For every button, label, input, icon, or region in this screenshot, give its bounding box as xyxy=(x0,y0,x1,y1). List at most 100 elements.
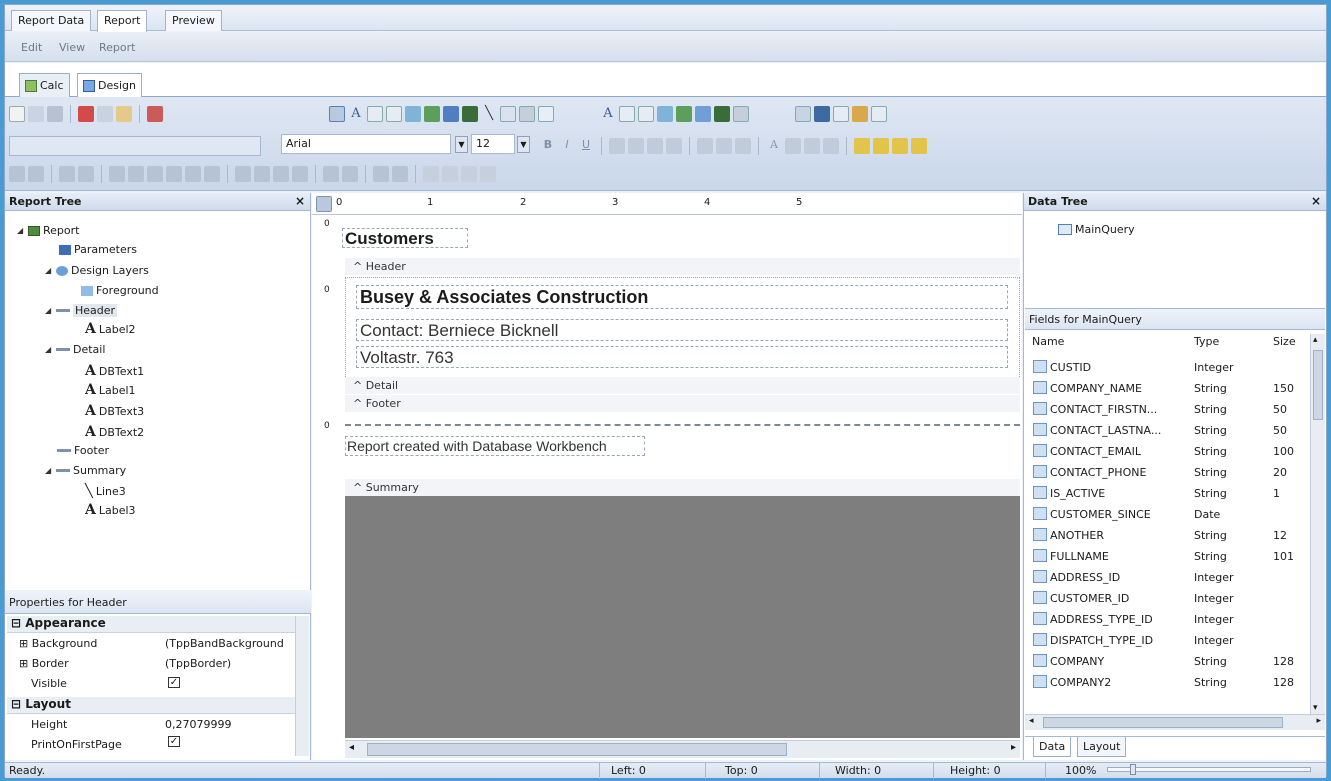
tree-item-dbtext1[interactable]: A DBText1 xyxy=(85,363,144,379)
field-row[interactable]: COMPANY2 String 128 xyxy=(1033,672,1315,693)
cut-icon[interactable] xyxy=(78,106,94,122)
tree-item-label2[interactable]: A Label2 xyxy=(85,321,136,337)
menu-edit[interactable]: Edit xyxy=(21,41,42,54)
col-size[interactable]: Size xyxy=(1273,335,1296,348)
valign-middle-icon[interactable] xyxy=(716,138,732,154)
font-size-dropdown-icon[interactable]: ▼ xyxy=(517,136,530,153)
dbmemo-icon[interactable] xyxy=(619,106,635,122)
barcode-icon[interactable] xyxy=(462,106,478,122)
hscroll-thumb[interactable] xyxy=(1043,717,1283,728)
region-icon[interactable] xyxy=(538,106,554,122)
anchor-icon[interactable] xyxy=(804,138,820,154)
shape-icon[interactable] xyxy=(443,106,459,122)
dbimage-icon[interactable] xyxy=(676,106,692,122)
print-icon[interactable] xyxy=(47,106,63,122)
scroll-left-icon[interactable]: ◂ xyxy=(1029,716,1034,726)
tree-item-dbtext3[interactable]: A DBText3 xyxy=(85,403,144,419)
valign-bottom-icon[interactable] xyxy=(735,138,751,154)
page-icon[interactable] xyxy=(814,106,830,122)
select-icon[interactable] xyxy=(329,106,345,122)
space-horz-icon[interactable] xyxy=(147,166,163,182)
grow-height-icon[interactable] xyxy=(292,166,308,182)
zoom-slider[interactable] xyxy=(1107,764,1311,775)
copy-icon[interactable] xyxy=(97,106,113,122)
align-middles-icon[interactable] xyxy=(109,166,125,182)
memo-icon[interactable] xyxy=(367,106,383,122)
tree-item-header[interactable]: ◢ Header xyxy=(45,304,118,317)
expand-icon[interactable]: ◢ xyxy=(45,345,53,354)
align-tops-icon[interactable] xyxy=(78,166,94,182)
font-color-icon[interactable]: A xyxy=(766,138,782,154)
prop-border-value[interactable]: (TppBorder) xyxy=(165,657,231,670)
category-layout[interactable]: ⊟ Layout xyxy=(7,697,297,714)
scroll-right-icon[interactable]: ▸ xyxy=(1011,742,1016,753)
band-footer[interactable]: ^ Footer xyxy=(345,395,1020,412)
nudge-left-icon[interactable] xyxy=(373,166,389,182)
field-row[interactable]: ANOTHER String 12 xyxy=(1033,525,1315,546)
band-detail[interactable]: ^ Detail xyxy=(345,377,1020,394)
expand-icon[interactable]: ◢ xyxy=(45,266,53,275)
menu-report[interactable]: Report xyxy=(99,41,135,54)
prop-border[interactable]: ⊞ Border xyxy=(19,657,69,670)
tablegrid-icon[interactable] xyxy=(833,106,849,122)
band-summary[interactable]: ^ Summary xyxy=(345,479,1020,496)
component-select[interactable] xyxy=(9,136,261,156)
col-name[interactable]: Name xyxy=(1032,335,1064,348)
tree-item-detail[interactable]: ◢ Detail xyxy=(45,343,105,356)
hscroll-thumb[interactable] xyxy=(367,743,787,756)
tree-item-report[interactable]: ◢ Report xyxy=(17,224,79,237)
align-lefts-icon[interactable] xyxy=(9,166,25,182)
prop-height-value[interactable]: 0,27079999 xyxy=(165,718,231,731)
paste-icon[interactable] xyxy=(116,106,132,122)
font-size-combo[interactable]: 12 xyxy=(471,134,515,154)
tab-layout[interactable]: Layout xyxy=(1077,737,1127,757)
col-type[interactable]: Type xyxy=(1194,335,1219,348)
wand-icon[interactable] xyxy=(852,106,868,122)
tree-item-label3[interactable]: A Label3 xyxy=(85,502,136,518)
scroll-down-icon[interactable]: ▾ xyxy=(1313,703,1318,713)
new-icon[interactable] xyxy=(9,106,25,122)
footer-line[interactable] xyxy=(345,424,1020,426)
tree-item-summary[interactable]: ◢ Summary xyxy=(45,464,126,477)
align-rights-icon[interactable] xyxy=(59,166,75,182)
align-center-icon[interactable] xyxy=(628,138,644,154)
image-icon[interactable] xyxy=(424,106,440,122)
nudge-right-icon[interactable] xyxy=(392,166,408,182)
field-row[interactable]: DISPATCH_TYPE_ID Integer xyxy=(1033,630,1315,651)
center-vert-icon[interactable] xyxy=(204,166,220,182)
tree-item-line3[interactable]: ╲ Line3 xyxy=(85,484,126,499)
center-horz-icon[interactable] xyxy=(185,166,201,182)
prop-background[interactable]: ⊞ Background xyxy=(19,637,97,650)
scroll-up-icon[interactable]: ▴ xyxy=(1313,335,1318,345)
vscroll-thumb[interactable] xyxy=(1313,350,1323,420)
dbcalc-icon[interactable] xyxy=(657,106,673,122)
expand-icon[interactable]: ◢ xyxy=(45,466,53,475)
dbcheckbox-icon[interactable] xyxy=(695,106,711,122)
band-header[interactable]: ^ Header xyxy=(345,258,1020,275)
align-centers-icon[interactable] xyxy=(28,166,44,182)
field-row[interactable]: ADDRESS_TYPE_ID Integer xyxy=(1033,609,1315,630)
tree-item-footer[interactable]: Footer xyxy=(57,444,109,457)
field-row[interactable]: CONTACT_FIRSTN... String 50 xyxy=(1033,399,1315,420)
systemvar-icon[interactable] xyxy=(405,106,421,122)
valign-top-icon[interactable] xyxy=(697,138,713,154)
subreport-icon[interactable] xyxy=(795,106,811,122)
font-name-dropdown-icon[interactable]: ▼ xyxy=(455,136,468,153)
dbbarcode-icon[interactable] xyxy=(714,106,730,122)
footer-label[interactable]: Report created with Database Workbench xyxy=(345,436,645,456)
field-row[interactable]: CUSTOMER_ID Integer xyxy=(1033,588,1315,609)
underline-icon[interactable]: U xyxy=(578,138,594,154)
bring-front-icon[interactable] xyxy=(854,138,870,154)
tab-design[interactable]: Design xyxy=(77,73,142,97)
close-icon[interactable]: × xyxy=(295,194,305,208)
grid-icon[interactable] xyxy=(871,106,887,122)
field-row[interactable]: COMPANY_NAME String 150 xyxy=(1033,378,1315,399)
scroll-right-icon[interactable]: ▸ xyxy=(1316,716,1321,726)
italic-icon[interactable]: I xyxy=(559,138,575,154)
fields-vscrollbar[interactable]: ▴ ▾ xyxy=(1310,334,1325,714)
richtext-icon[interactable] xyxy=(386,106,402,122)
visible-checkbox[interactable]: ✓ xyxy=(168,677,180,688)
tab-report[interactable]: Report xyxy=(97,10,148,32)
fields-hscrollbar[interactable]: ◂ ▸ xyxy=(1025,714,1325,730)
fill-color-icon[interactable] xyxy=(423,166,439,182)
